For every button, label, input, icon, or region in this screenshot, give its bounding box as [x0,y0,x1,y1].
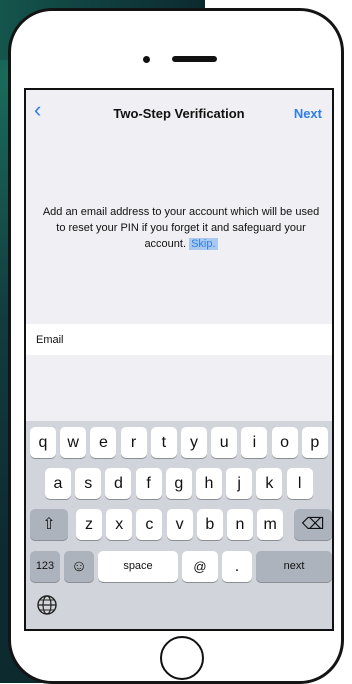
phone-screen: ‹ Two-Step Verification Next Add an emai… [24,88,334,631]
shift-key[interactable]: ⇧ [30,509,68,540]
key-t[interactable]: t [150,427,177,458]
next-button[interactable]: Next [294,106,322,121]
email-field[interactable]: Email [26,324,332,355]
keyboard: qwertyuiop asdfghjkl zxcvbnm ⇧ ⌫ 123 ☺ s… [26,421,332,629]
key-b[interactable]: b [196,509,223,540]
nav-title: Two-Step Verification [113,106,245,121]
skip-link[interactable]: Skip. [189,238,218,250]
key-q[interactable]: q [30,427,56,458]
next-key[interactable]: next [256,551,332,582]
dot-key[interactable]: . [222,551,252,582]
key-x[interactable]: x [106,509,133,540]
key-u[interactable]: u [211,427,238,458]
key-c[interactable]: c [136,509,163,540]
emoji-key[interactable]: ☺ [64,551,94,582]
key-s[interactable]: s [75,468,102,499]
key-k[interactable]: k [256,468,283,499]
key-e[interactable]: e [90,427,117,458]
numbers-key[interactable]: 123 [30,551,60,582]
key-d[interactable]: d [105,468,132,499]
key-w[interactable]: w [60,427,87,458]
key-f[interactable]: f [135,468,162,499]
key-a[interactable]: a [45,468,71,499]
key-y[interactable]: y [181,427,207,458]
camera-dot [143,56,150,63]
email-label: Email [36,334,64,346]
key-j[interactable]: j [226,468,253,499]
key-z[interactable]: z [76,509,102,540]
navigation-bar: ‹ Two-Step Verification Next [26,90,332,134]
key-p[interactable]: p [301,427,328,458]
description-text: Add an email address to your account whi… [40,204,322,252]
delete-key[interactable]: ⌫ [294,509,332,540]
key-o[interactable]: o [271,427,298,458]
description-body: Add an email address to your account whi… [42,206,320,250]
globe-icon[interactable] [36,594,58,616]
home-button[interactable] [160,636,204,680]
key-l[interactable]: l [286,468,313,499]
key-m[interactable]: m [257,509,284,540]
key-i[interactable]: i [241,427,268,458]
speaker-grille [172,56,217,62]
key-g[interactable]: g [165,468,192,499]
space-key[interactable]: space [98,551,178,582]
at-key[interactable]: @ [182,551,218,582]
key-r[interactable]: r [120,427,147,458]
key-v[interactable]: v [166,509,193,540]
key-n[interactable]: n [227,509,253,540]
key-h[interactable]: h [196,468,222,499]
